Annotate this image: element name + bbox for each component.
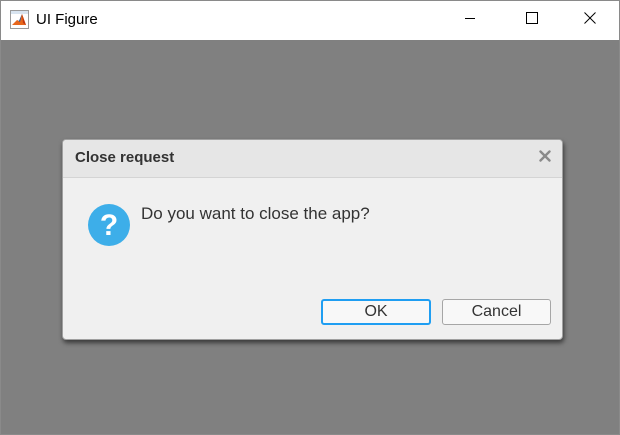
close-request-dialog: Close request ? Do you want to close the… [62, 139, 563, 340]
matlab-icon [10, 10, 29, 29]
window-titlebar[interactable]: UI Figure [1, 1, 619, 39]
close-icon [584, 11, 596, 29]
svg-text:?: ? [100, 209, 118, 242]
window-title: UI Figure [36, 11, 98, 28]
dialog-close-button[interactable] [536, 149, 554, 167]
cancel-button[interactable]: Cancel [442, 299, 551, 325]
question-icon: ? [87, 203, 131, 247]
close-icon [539, 149, 551, 167]
minimize-icon [464, 11, 476, 29]
minimize-button[interactable] [447, 1, 493, 39]
ok-button[interactable]: OK [321, 299, 431, 325]
maximize-button[interactable] [509, 1, 555, 39]
dialog-message: Do you want to close the app? [141, 204, 370, 223]
app-window: UI Figure Close request ? Do you want to… [0, 0, 620, 435]
maximize-icon [526, 11, 538, 29]
dialog-title: Close request [75, 149, 175, 166]
dialog-header[interactable]: Close request [63, 140, 562, 178]
window-close-button[interactable] [567, 1, 613, 39]
